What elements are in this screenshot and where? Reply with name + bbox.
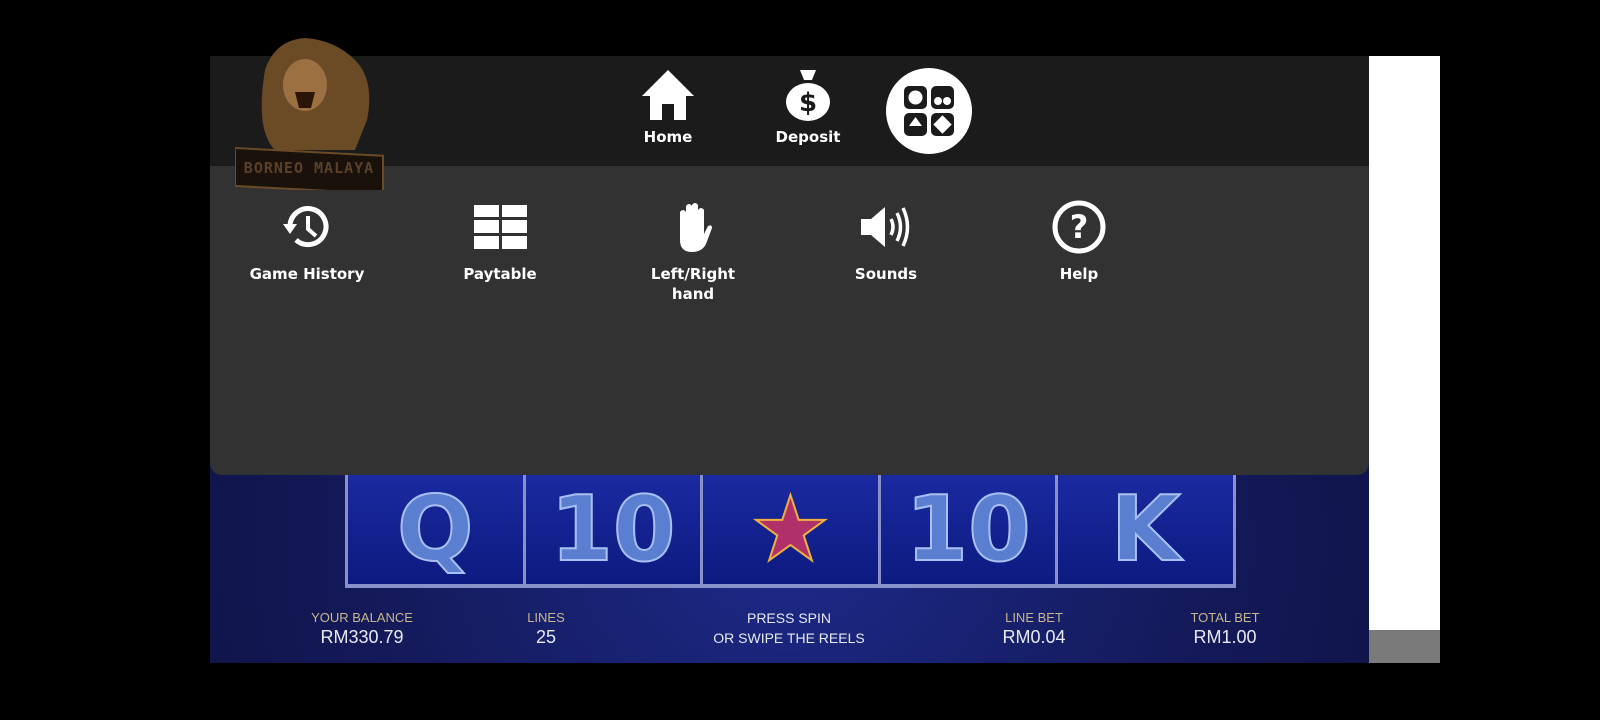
game-history-label: Game History xyxy=(249,265,365,283)
question-icon: ? xyxy=(1052,200,1106,254)
menu-item-sounds[interactable]: Sounds xyxy=(806,200,966,284)
menu-item-help[interactable]: ? Help xyxy=(999,200,1159,284)
svg-text:?: ? xyxy=(1070,208,1089,246)
prompt-line-1: PRESS SPIN xyxy=(746,610,832,626)
reel-symbol: 10 xyxy=(880,475,1056,584)
balance-display: YOUR BALANCE RM330.79 xyxy=(262,610,462,648)
side-panel xyxy=(1369,56,1440,630)
deposit-label: Deposit xyxy=(775,128,841,146)
speaker-icon xyxy=(861,207,910,247)
deposit-button[interactable]: $ Deposit xyxy=(758,66,858,146)
line-bet-display: LINE BET RM0.04 xyxy=(934,610,1134,648)
lines-display: LINES 25 xyxy=(446,610,646,648)
home-button[interactable]: Home xyxy=(618,66,718,146)
balance-label: YOUR BALANCE xyxy=(311,610,413,625)
reel-symbol: 10 xyxy=(525,475,701,584)
reel-symbol: K xyxy=(1058,475,1233,584)
grid-icon xyxy=(474,205,527,249)
balance-value: RM330.79 xyxy=(320,627,404,647)
total-bet-label: TOTAL BET xyxy=(1190,610,1260,625)
borneo-malaya-logo: BORNEO MALAYA xyxy=(234,30,387,195)
history-icon xyxy=(283,206,329,248)
line-bet-value: RM0.04 xyxy=(1002,627,1066,647)
menu-item-left-right-hand[interactable]: Left/Right hand xyxy=(613,200,773,304)
home-icon xyxy=(642,70,694,120)
hand-icon xyxy=(680,203,712,252)
svg-text:$: $ xyxy=(799,88,817,118)
total-bet-display: TOTAL BET RM1.00 xyxy=(1125,610,1325,648)
games-button[interactable] xyxy=(886,68,972,154)
home-label: Home xyxy=(643,128,693,146)
svg-text:BORNEO MALAYA: BORNEO MALAYA xyxy=(244,159,374,177)
lines-label: LINES xyxy=(527,610,565,625)
money-bag-icon: $ xyxy=(786,70,830,121)
paytable-label: Paytable xyxy=(463,265,537,283)
hand-label: Left/Right hand xyxy=(650,265,736,303)
menu-item-game-history[interactable]: Game History xyxy=(227,200,387,284)
help-label: Help xyxy=(1059,265,1099,283)
menu-item-paytable[interactable]: Paytable xyxy=(420,200,580,284)
spin-prompt: PRESS SPIN OR SWIPE THE REELS xyxy=(689,610,889,646)
prompt-line-2: OR SWIPE THE REELS xyxy=(713,630,865,646)
sounds-label: Sounds xyxy=(854,265,918,283)
total-bet-value: RM1.00 xyxy=(1193,627,1257,647)
reels[interactable]: Q 10 ★ 10 K xyxy=(345,475,1236,588)
lines-value: 25 xyxy=(535,627,557,647)
reel-symbol: Q xyxy=(348,475,523,584)
line-bet-label: LINE BET xyxy=(1005,610,1063,625)
reel-symbol: ★ xyxy=(703,475,878,584)
side-panel-footer xyxy=(1369,630,1440,663)
casino-games-icon xyxy=(904,86,954,136)
